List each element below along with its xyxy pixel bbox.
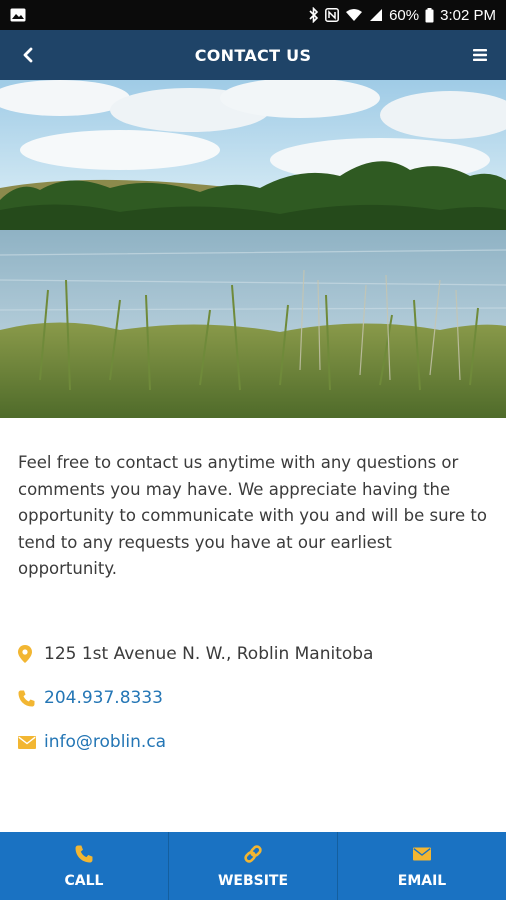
page-title: CONTACT US [194, 45, 312, 65]
address-text: 125 1st Avenue N. W., Roblin Manitoba [44, 644, 374, 664]
website-button[interactable]: WEBSITE [169, 832, 338, 900]
battery-icon [425, 7, 434, 23]
email-row[interactable]: info@roblin.ca [18, 732, 166, 752]
hamburger-menu-icon [473, 49, 487, 61]
link-icon [243, 843, 263, 865]
website-label: WEBSITE [217, 873, 289, 889]
nfc-icon [325, 8, 340, 22]
wifi-icon [345, 8, 363, 22]
hero-image [0, 80, 506, 418]
signal-icon [369, 8, 383, 22]
status-bar: 60% 3:02 PM [0, 0, 506, 30]
address-row: 125 1st Avenue N. W., Roblin Manitoba [18, 644, 373, 664]
email-button[interactable]: EMAIL [338, 832, 506, 900]
call-label: CALL [64, 873, 104, 889]
back-button[interactable] [12, 39, 44, 71]
map-marker-icon [18, 645, 40, 663]
envelope-icon [18, 735, 40, 749]
phone-link[interactable]: 204.937.8333 [44, 688, 163, 708]
app-bar: CONTACT US [0, 30, 506, 80]
phone-icon [18, 690, 40, 707]
menu-button[interactable] [464, 39, 496, 71]
email-link[interactable]: info@roblin.ca [44, 732, 166, 752]
phone-row[interactable]: 204.937.8333 [18, 688, 163, 708]
back-chevron-icon [23, 47, 33, 63]
phone-icon [75, 843, 93, 865]
intro-paragraph: Feel free to contact us anytime with any… [18, 453, 487, 578]
image-icon [10, 8, 26, 22]
battery-percent: 60% [389, 6, 420, 24]
call-button[interactable]: CALL [0, 832, 169, 900]
bluetooth-icon [309, 7, 319, 23]
clock: 3:02 PM [440, 6, 496, 24]
bottom-action-bar: CALL WEBSITE EMAIL [0, 832, 506, 900]
envelope-icon [413, 843, 431, 865]
email-label: EMAIL [397, 873, 447, 889]
